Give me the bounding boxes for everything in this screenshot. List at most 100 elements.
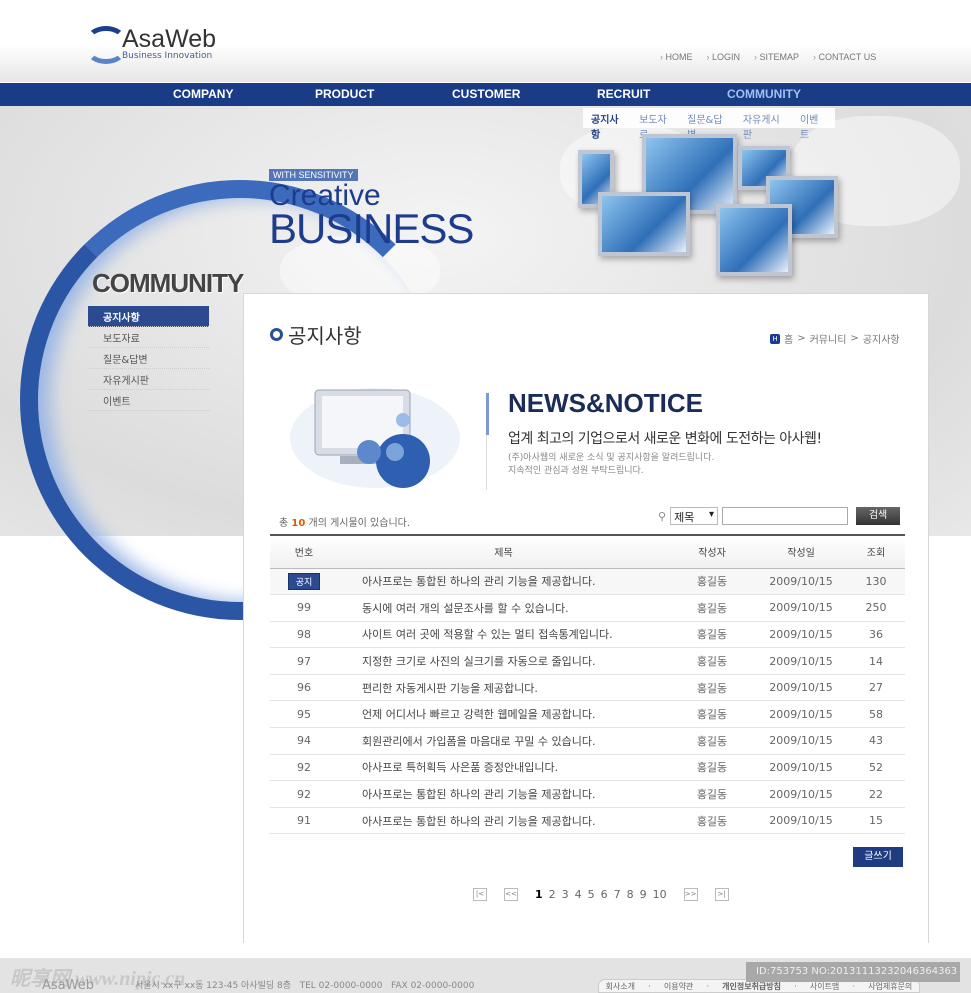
logo[interactable]: AsaWeb Business Innovation xyxy=(86,26,216,61)
write-button[interactable]: 글쓰기 xyxy=(853,847,903,867)
table-row[interactable]: 98 사이트 여러 곳에 적용할 수 있는 멀티 접속통계입니다. 홍길동 2009/… xyxy=(270,621,905,649)
search-field-select[interactable]: 제목 xyxy=(670,507,719,525)
address: 서울시 xx구 xx동 123-45 아사빌딩 8층 xyxy=(135,981,292,991)
news-title: NEWS&NOTICE xyxy=(508,388,703,418)
nav-product[interactable]: PRODUCT xyxy=(315,87,374,101)
row-author: 홍길동 xyxy=(669,807,755,835)
submenu-event[interactable]: 이벤트 xyxy=(800,111,827,141)
search-button[interactable]: 검색 xyxy=(856,507,901,525)
row-author: 홍길동 xyxy=(669,621,755,649)
submenu-qna[interactable]: 질문&답변 xyxy=(687,111,731,141)
news-illustration xyxy=(290,388,460,488)
row-author: 홍길동 xyxy=(669,780,755,808)
search-input[interactable] xyxy=(722,507,849,525)
submenu-board[interactable]: 자유게시판 xyxy=(743,111,788,141)
page-link[interactable]: 1 xyxy=(535,888,543,901)
footer-address: 서울시 xx구 xx동 123-45 아사빌딩 8층 TEL 02-0000-0… xyxy=(135,978,474,991)
page-link[interactable]: 5 xyxy=(588,888,595,901)
row-title[interactable]: 동시에 여러 개의 설문조사를 할 수 있습니다. xyxy=(338,594,669,622)
submenu-press[interactable]: 보도자료 xyxy=(639,111,675,141)
footer-link[interactable]: 사업제휴문의 xyxy=(868,981,912,992)
sitemap-link[interactable]: SITEMAP xyxy=(754,52,800,62)
page-link[interactable]: 9 xyxy=(640,888,647,901)
login-link[interactable]: LOGIN xyxy=(707,52,740,62)
row-author: 홍길동 xyxy=(669,727,755,755)
footer-link[interactable]: 사이트맵 xyxy=(810,981,839,992)
table-row[interactable]: 공지 아사프로는 통합된 하나의 관리 기능을 제공합니다. 홍길동 2009/10/… xyxy=(270,568,905,596)
row-no: 92 xyxy=(270,780,338,808)
first-page-button[interactable]: |< xyxy=(473,888,487,901)
page-link[interactable]: 3 xyxy=(562,888,569,901)
nav-recruit[interactable]: RECRUIT xyxy=(597,87,650,101)
table-row[interactable]: 92 아사프로는 통합된 하나의 관리 기능을 제공합니다. 홍길동 2009/10/… xyxy=(270,780,905,808)
nav-company[interactable]: COMPANY xyxy=(173,87,233,101)
breadcrumb-community[interactable]: 커뮤니티 xyxy=(810,331,847,346)
submenu-notice[interactable]: 공지사항 xyxy=(591,111,627,141)
sidebar-item-press[interactable]: 보도자료 xyxy=(88,327,209,348)
row-views: 15 xyxy=(847,807,905,835)
table-row[interactable]: 92 아사프로 특허획득 사은품 증정안내입니다. 홍길동 2009/10/15 52 xyxy=(270,754,905,782)
row-views: 27 xyxy=(847,674,905,702)
news-description: (주)아사웹의 새로운 소식 및 공지사항을 알려드립니다. 지속적인 관심과 성… xyxy=(508,452,714,478)
sidebar-item-event[interactable]: 이벤트 xyxy=(88,390,209,411)
tel: TEL 02-0000-0000 xyxy=(299,981,383,991)
prev-page-button[interactable]: << xyxy=(504,888,518,901)
row-no: 91 xyxy=(270,807,338,835)
page-title-text: 공지사항 xyxy=(288,324,362,348)
row-title[interactable]: 아사프로 특허획득 사은품 증정안내입니다. xyxy=(338,754,669,782)
row-date: 2009/10/15 xyxy=(755,780,847,808)
table-row[interactable]: 91 아사프로는 통합된 하나의 관리 기능을 제공합니다. 홍길동 2009/10/… xyxy=(270,807,905,835)
table-row[interactable]: 95 언제 어디서나 빠르고 강력한 웹메일을 제공합니다. 홍길동 2009/10/… xyxy=(270,700,905,729)
home-link[interactable]: HOME xyxy=(660,52,693,62)
page-link[interactable]: 6 xyxy=(601,888,608,901)
nav-customer[interactable]: CUSTOMER xyxy=(452,87,520,101)
next-page-button[interactable]: >> xyxy=(683,888,698,901)
row-date: 2009/10/15 xyxy=(755,621,847,649)
row-title[interactable]: 아사프로는 통합된 하나의 관리 기능을 제공합니다. xyxy=(338,568,669,596)
nav-community[interactable]: COMMUNITY xyxy=(727,87,801,101)
row-views: 14 xyxy=(847,647,905,675)
row-author: 홍길동 xyxy=(669,647,755,675)
row-no: 96 xyxy=(270,674,338,702)
pagination: |< << 1 2 3 4 5 6 7 8 9 10 >> >| xyxy=(468,888,734,901)
row-title[interactable]: 지정한 크기로 사진의 실크기를 자동으로 줄입니다. xyxy=(338,647,669,675)
row-author: 홍길동 xyxy=(669,700,755,729)
total-suffix: 개의 게시물이 있습니다. xyxy=(308,518,411,529)
contact-link[interactable]: CONTACT US xyxy=(813,52,877,62)
row-title[interactable]: 아사프로는 통합된 하나의 관리 기능을 제공합니다. xyxy=(338,807,669,835)
table-row[interactable]: 97 지정한 크기로 사진의 실크기를 자동으로 줄입니다. 홍길동 2009/10/… xyxy=(270,647,905,675)
row-title[interactable]: 사이트 여러 곳에 적용할 수 있는 멀티 접속통계입니다. xyxy=(338,621,669,649)
page-title: 공지사항 xyxy=(270,320,362,349)
total-count: 총 10 개의 게시물이 있습니다. xyxy=(279,514,410,529)
brand-name: AsaWeb xyxy=(122,25,217,53)
row-date: 2009/10/15 xyxy=(755,568,847,596)
breadcrumb: H 홈 > 커뮤니티 > 공지사항 xyxy=(770,331,900,346)
watermark-id: ID:753753 NO:20131113232046364363 xyxy=(746,962,960,982)
table-row[interactable]: 96 편리한 자동게시판 기능을 제공합니다. 홍길동 2009/10/15 27 xyxy=(270,674,905,702)
page-link[interactable]: 4 xyxy=(575,888,582,901)
row-no: 98 xyxy=(270,621,338,649)
page-link[interactable]: 8 xyxy=(627,888,634,901)
page-link[interactable]: 10 xyxy=(653,888,667,901)
row-title[interactable]: 회원관리에서 가입폼을 마음대로 꾸밀 수 있습니다. xyxy=(338,727,669,755)
table-row[interactable]: 99 동시에 여러 개의 설문조사를 할 수 있습니다. 홍길동 2009/10/15… xyxy=(270,594,905,622)
row-views: 58 xyxy=(847,700,905,729)
footer-link[interactable]: 이용약관 xyxy=(664,981,693,992)
sidebar-item-notice[interactable]: 공지사항 xyxy=(88,306,209,327)
footer-link[interactable]: 개인정보취급방침 xyxy=(722,981,781,992)
col-author: 작성자 xyxy=(669,534,755,569)
search-icon: ⚲ xyxy=(658,509,667,523)
last-page-button[interactable]: >| xyxy=(714,888,729,901)
sidebar-item-qna[interactable]: 질문&답변 xyxy=(88,348,209,369)
page-link[interactable]: 7 xyxy=(614,888,621,901)
main-nav: COMPANY PRODUCT CUSTOMER RECRUIT COMMUNI… xyxy=(0,82,971,106)
row-title[interactable]: 언제 어디서나 빠르고 강력한 웹메일을 제공합니다. xyxy=(338,700,669,729)
footer-link[interactable]: 회사소개 xyxy=(606,981,635,992)
sidebar-item-board[interactable]: 자유게시판 xyxy=(88,369,209,390)
news-subtitle: 업계 최고의 기업으로서 새로운 변화에 도전하는 아사웹! xyxy=(508,431,822,447)
breadcrumb-home[interactable]: 홈 xyxy=(784,331,793,346)
row-title[interactable]: 편리한 자동게시판 기능을 제공합니다. xyxy=(338,674,669,702)
page-link[interactable]: 2 xyxy=(549,888,556,901)
row-title[interactable]: 아사프로는 통합된 하나의 관리 기능을 제공합니다. xyxy=(338,780,669,808)
table-row[interactable]: 94 회원관리에서 가입폼을 마음대로 꾸밀 수 있습니다. 홍길동 2009/10/… xyxy=(270,727,905,755)
